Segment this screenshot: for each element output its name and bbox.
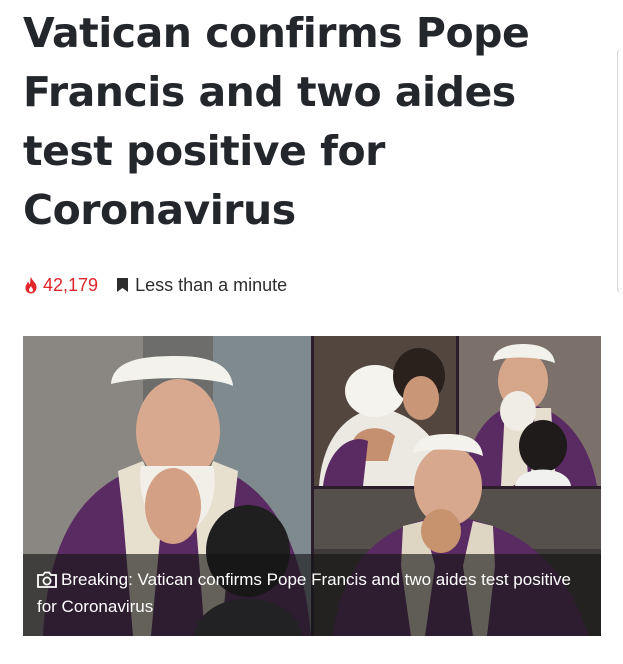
fire-icon: [25, 277, 37, 294]
scrollbar-edge[interactable]: [617, 48, 623, 294]
article-meta: 42,179 Less than a minute: [24, 271, 287, 299]
camera-icon: [37, 571, 57, 588]
image-caption: Breaking: Vatican confirms Pope Francis …: [23, 554, 601, 636]
read-time-label: Less than a minute: [135, 274, 288, 295]
featured-image[interactable]: Breaking: Vatican confirms Pope Francis …: [23, 336, 601, 636]
view-count: 42,179: [24, 275, 98, 296]
bookmark-icon: [117, 278, 129, 292]
caption-text: Breaking: Vatican confirms Pope Francis …: [37, 570, 571, 616]
read-time: Less than a minute: [116, 275, 287, 296]
view-count-value: 42,179: [43, 274, 99, 295]
article-headline: Vatican confirms Pope Francis and two ai…: [23, 9, 530, 234]
